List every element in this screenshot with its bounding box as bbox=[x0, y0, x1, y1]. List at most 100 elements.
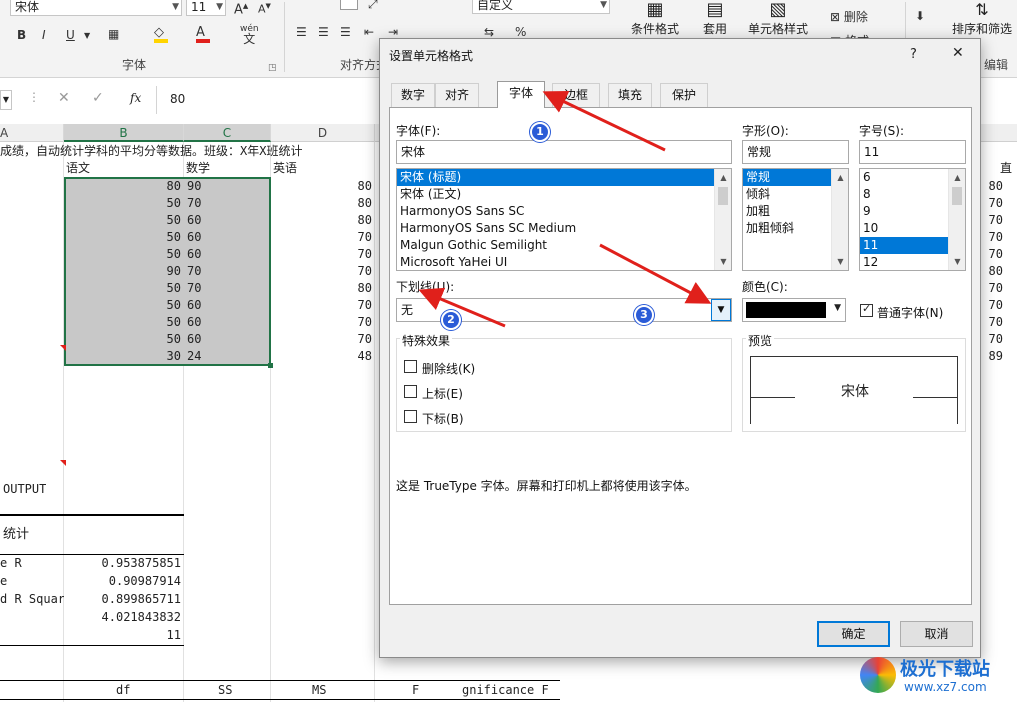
color-picker[interactable]: ▼ bbox=[742, 298, 846, 322]
cell-chinese[interactable]: 50 bbox=[64, 229, 184, 246]
grow-font-icon[interactable]: A▲ bbox=[234, 0, 248, 18]
cell-english[interactable]: 70 bbox=[271, 229, 375, 246]
font-size-list-item[interactable]: 10 bbox=[860, 220, 948, 237]
cell-style-button[interactable]: ▧ 单元格样式 bbox=[746, 0, 810, 37]
cell-math[interactable]: 60 bbox=[187, 246, 201, 263]
cell-right-column[interactable]: 70 bbox=[982, 212, 1006, 229]
scroll-down-icon[interactable]: ▼ bbox=[832, 253, 848, 270]
close-icon[interactable]: ✕ bbox=[952, 45, 964, 61]
font-size-input[interactable]: 11 bbox=[859, 140, 966, 164]
stat-label[interactable] bbox=[0, 609, 64, 626]
cell-chinese[interactable]: 50 bbox=[64, 246, 184, 263]
cell-math[interactable]: 60 bbox=[187, 331, 201, 348]
cell-right-column[interactable]: 70 bbox=[982, 195, 1006, 212]
cell-right-column[interactable]: 80 bbox=[982, 263, 1006, 280]
cell-right-column[interactable]: 70 bbox=[982, 331, 1006, 348]
cell-chinese[interactable]: 50 bbox=[64, 280, 184, 297]
scroll-up-icon[interactable]: ▲ bbox=[715, 169, 731, 186]
column-header-d[interactable]: D bbox=[271, 124, 375, 142]
cell-right-column[interactable]: 70 bbox=[982, 297, 1006, 314]
font-size-list[interactable]: 6 8 9 10 11 12 ▲ ▼ bbox=[859, 168, 966, 271]
number-format-dropdown[interactable]: 自定义 ▼ bbox=[472, 0, 610, 14]
cell-math[interactable]: 90 bbox=[187, 178, 201, 195]
scroll-up-icon[interactable]: ▲ bbox=[949, 169, 965, 186]
chevron-down-icon[interactable]: ▼ bbox=[84, 28, 90, 44]
align-right-icon[interactable]: ☰ bbox=[340, 24, 351, 40]
title-cell[interactable]: 成绩，自动统计学科的平均分等数据。班级：X年X班统计 bbox=[0, 143, 379, 160]
chevron-down-icon[interactable]: ▼ bbox=[711, 299, 731, 321]
tab-border[interactable]: 边框 bbox=[552, 83, 600, 107]
cell-english[interactable]: 80 bbox=[271, 280, 375, 297]
scroll-up-icon[interactable]: ▲ bbox=[832, 169, 848, 186]
orientation-icon[interactable]: ⤢ bbox=[368, 0, 378, 12]
anova-header-ss[interactable]: SS bbox=[218, 682, 232, 699]
stat-value[interactable]: 0.899865711 bbox=[64, 591, 184, 608]
tab-number[interactable]: 数字 bbox=[391, 83, 435, 107]
tab-fill[interactable]: 填充 bbox=[608, 83, 652, 107]
cell-chinese[interactable]: 50 bbox=[64, 212, 184, 229]
tab-font[interactable]: 字体 bbox=[497, 81, 545, 108]
help-button[interactable]: ? bbox=[910, 47, 917, 62]
font-size-list-item[interactable]: 11 bbox=[860, 237, 948, 254]
cell-math[interactable]: 60 bbox=[187, 297, 201, 314]
ok-button[interactable]: 确定 bbox=[817, 621, 890, 647]
column-header-b[interactable]: B bbox=[64, 124, 184, 142]
header-chinese[interactable]: 语文 bbox=[66, 160, 90, 177]
cell-math[interactable]: 60 bbox=[187, 212, 201, 229]
font-style-list-item[interactable]: 常规 bbox=[743, 169, 831, 186]
shrink-font-icon[interactable]: A▼ bbox=[258, 0, 271, 18]
header-english[interactable]: 英语 bbox=[273, 160, 297, 177]
insert-function-icon[interactable]: fx bbox=[130, 91, 141, 105]
cell-english[interactable]: 70 bbox=[271, 297, 375, 314]
cell-right-column[interactable]: 70 bbox=[982, 280, 1006, 297]
stat-value[interactable]: 0.90987914 bbox=[64, 573, 184, 590]
cell-english[interactable]: 70 bbox=[271, 263, 375, 280]
cell-math[interactable]: 70 bbox=[187, 263, 201, 280]
cell-english[interactable]: 80 bbox=[271, 178, 375, 195]
font-size-list-item[interactable]: 9 bbox=[860, 203, 948, 220]
strikethrough-checkbox[interactable] bbox=[404, 360, 417, 373]
stat-label[interactable] bbox=[0, 627, 64, 644]
dialog-launcher-icon[interactable]: ◳ bbox=[268, 60, 277, 76]
cell-chinese[interactable]: 50 bbox=[64, 195, 184, 212]
scroll-down-icon[interactable]: ▼ bbox=[949, 253, 965, 270]
font-name-dropdown[interactable]: 宋体 ▼ bbox=[10, 0, 182, 16]
font-style-list-item[interactable]: 倾斜 bbox=[743, 186, 831, 203]
font-list-item[interactable]: 宋体 (正文) bbox=[397, 186, 714, 203]
decrease-indent-icon[interactable]: ⇤ bbox=[364, 24, 374, 40]
sort-filter-button[interactable]: ⇅ 排序和筛选 bbox=[950, 0, 1014, 37]
font-list-item[interactable]: Malgun Gothic Semilight bbox=[397, 237, 714, 254]
font-style-list-item[interactable]: 加粗倾斜 bbox=[743, 220, 831, 237]
size-list-scrollbar[interactable]: ▲ ▼ bbox=[948, 169, 965, 270]
conditional-format-button[interactable]: ▦ 条件格式 bbox=[630, 0, 680, 37]
font-color-icon[interactable]: A bbox=[196, 24, 210, 43]
cell-right-column[interactable]: 70 bbox=[982, 229, 1006, 246]
column-header-c[interactable]: C bbox=[184, 124, 271, 142]
anova-header-f[interactable]: F bbox=[412, 682, 419, 699]
scroll-thumb[interactable] bbox=[952, 187, 962, 205]
cell-english[interactable]: 48 bbox=[271, 348, 375, 365]
fill-down-icon[interactable]: ⬇ bbox=[915, 8, 925, 24]
scroll-thumb[interactable] bbox=[718, 187, 728, 205]
cell-english[interactable]: 70 bbox=[271, 246, 375, 263]
stats-label[interactable]: 统计 bbox=[3, 526, 29, 543]
name-box-dropdown[interactable]: ▼ bbox=[0, 90, 12, 110]
cell-chinese[interactable]: 30 bbox=[64, 348, 184, 365]
cell-english[interactable]: 70 bbox=[271, 314, 375, 331]
cell-right-column[interactable]: 80 bbox=[982, 178, 1006, 195]
font-input[interactable]: 宋体 bbox=[396, 140, 732, 164]
formula-input[interactable]: 80 bbox=[170, 92, 185, 106]
anova-header-ms[interactable]: MS bbox=[312, 682, 326, 699]
stat-label[interactable]: e bbox=[0, 573, 64, 590]
font-size-dropdown[interactable]: 11 ▼ bbox=[186, 0, 226, 16]
cell-math[interactable]: 60 bbox=[187, 229, 201, 246]
anova-header-significance[interactable]: gnificance F bbox=[462, 682, 549, 699]
font-list-item[interactable]: HarmonyOS Sans SC bbox=[397, 203, 714, 220]
stat-value[interactable]: 4.021843832 bbox=[64, 609, 184, 626]
cell-english[interactable]: 80 bbox=[271, 212, 375, 229]
font-list-item[interactable]: 宋体 (标题) bbox=[397, 169, 714, 186]
cell-math[interactable]: 24 bbox=[187, 348, 201, 365]
stat-value[interactable]: 0.953875851 bbox=[64, 555, 184, 572]
cell-right-column[interactable]: 70 bbox=[982, 246, 1006, 263]
font-style-list[interactable]: 常规 倾斜 加粗 加粗倾斜 ▲ ▼ bbox=[742, 168, 849, 271]
